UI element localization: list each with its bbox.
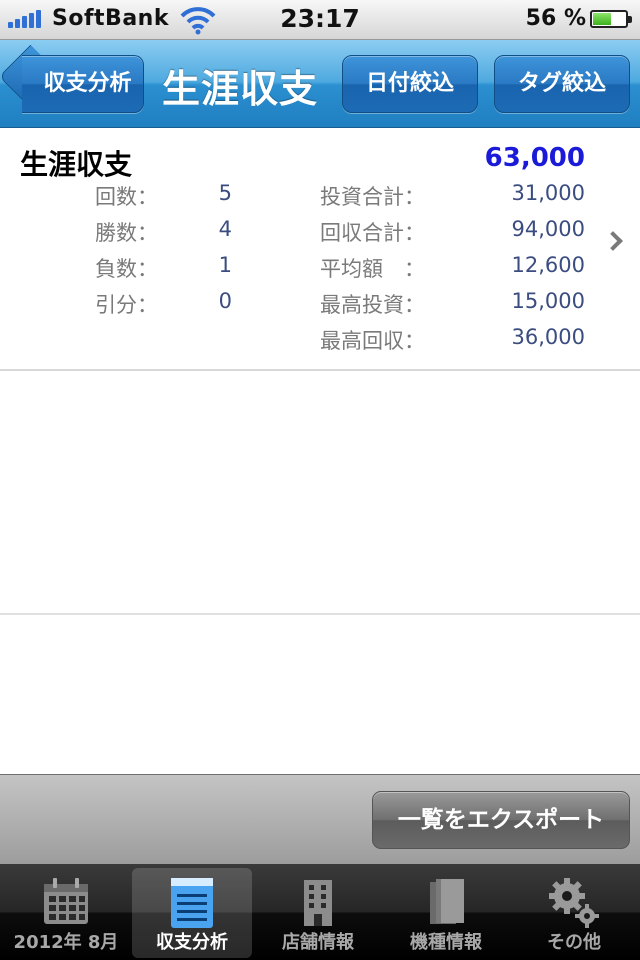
- battery-percent: 56 %: [525, 6, 586, 31]
- stat-label: 勝数：: [95, 221, 158, 245]
- divider: [0, 613, 640, 615]
- stat-row: 負数： 1: [0, 253, 300, 287]
- status-bar: SoftBank 23:17 56 %: [0, 0, 640, 40]
- gears-icon: [549, 878, 599, 928]
- tab-label: 店舗情報: [282, 932, 354, 953]
- tab-bar: 2012年 8月 収支分析 店舗情報 機種情報 その他: [0, 864, 640, 960]
- back-button[interactable]: 収支分析: [0, 40, 160, 128]
- tab-calendar[interactable]: 2012年 8月: [6, 868, 126, 958]
- navigation-bar: 収支分析 生涯収支 日付絞込 タグ絞込: [0, 40, 640, 128]
- summary-total: 63,000: [484, 143, 585, 173]
- stat-label: 回数：: [95, 185, 158, 209]
- disclosure-chevron-icon: [603, 231, 623, 251]
- stat-row: 回収合計： 94,000: [300, 217, 600, 251]
- stat-value: 12,600: [511, 253, 585, 277]
- building-icon: [304, 880, 332, 926]
- stat-row: 回数： 5: [0, 181, 300, 215]
- tab-other[interactable]: その他: [514, 868, 634, 958]
- stat-label: 負数：: [95, 257, 158, 281]
- tag-filter-button[interactable]: タグ絞込: [494, 55, 630, 113]
- stat-value: 1: [218, 253, 232, 277]
- stat-row: 引分： 0: [0, 289, 300, 323]
- tab-income-analysis[interactable]: 収支分析: [132, 868, 252, 958]
- stat-value: 15,000: [511, 289, 585, 313]
- tab-label: その他: [547, 932, 601, 953]
- calendar-icon: [44, 878, 88, 924]
- stat-label: 引分：: [95, 293, 158, 317]
- stat-row: 投資合計： 31,000: [300, 181, 600, 215]
- stat-row: 最高回収： 36,000: [300, 325, 600, 359]
- stat-label: 投資合計：: [320, 185, 425, 209]
- summary-title: 生涯収支: [20, 148, 133, 181]
- stat-value: 36,000: [511, 325, 585, 349]
- stat-row: 最高投資： 15,000: [300, 289, 600, 323]
- stat-value: 0: [218, 289, 232, 313]
- date-filter-button[interactable]: 日付絞込: [342, 55, 478, 113]
- tab-label: 機種情報: [410, 932, 482, 953]
- tab-store-info[interactable]: 店舗情報: [258, 868, 378, 958]
- lifetime-summary-cell[interactable]: 生涯収支 63,000 回数： 5 勝数： 4 負数： 1 引分： 0 投資合計…: [0, 129, 640, 371]
- stat-row: 勝数： 4: [0, 217, 300, 251]
- stat-label: 回収合計：: [320, 221, 425, 245]
- page-title: 生涯収支: [162, 67, 319, 111]
- stat-value: 4: [218, 217, 232, 241]
- stat-row: 平均額 ： 12,600: [300, 253, 600, 287]
- stat-value: 5: [218, 181, 232, 205]
- stat-label: 最高投資：: [320, 293, 425, 317]
- stat-value: 31,000: [511, 181, 585, 205]
- tab-machine-info[interactable]: 機種情報: [386, 868, 506, 958]
- tab-label: 収支分析: [156, 932, 228, 953]
- books-icon: [430, 879, 464, 924]
- bottom-toolbar: 一覧をエクスポート: [0, 774, 640, 864]
- tab-label: 2012年 8月: [13, 932, 119, 953]
- stat-value: 94,000: [511, 217, 585, 241]
- battery-icon: [590, 10, 632, 28]
- notepad-icon: [171, 878, 213, 928]
- stat-label: 平均額 ：: [320, 257, 425, 281]
- export-list-button[interactable]: 一覧をエクスポート: [372, 791, 630, 849]
- stat-label: 最高回収：: [320, 329, 425, 353]
- back-button-label[interactable]: 収支分析: [22, 55, 144, 113]
